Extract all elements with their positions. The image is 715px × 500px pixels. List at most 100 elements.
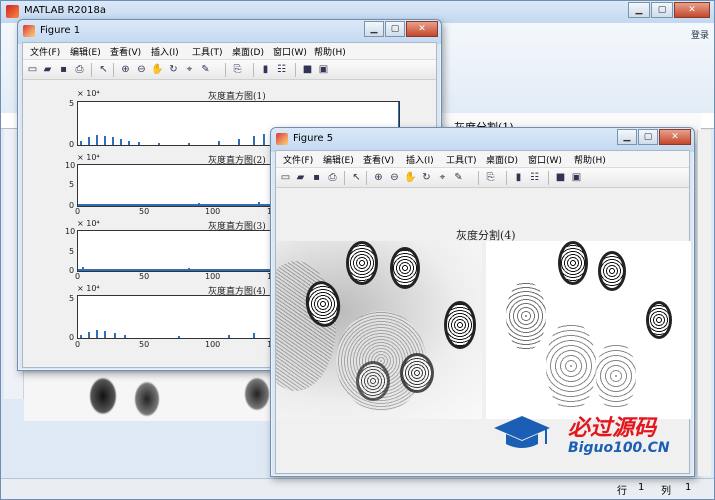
menu-insert[interactable]: 插入(I) — [151, 45, 179, 58]
grayscale-fingerprint-image — [276, 241, 482, 419]
rotate-icon[interactable]: ↻ — [420, 171, 433, 184]
new-file-icon[interactable]: ▭ — [26, 63, 39, 76]
plot4-ytick-0: 0 — [69, 333, 75, 342]
plot3-ytick-10: 10 — [65, 227, 76, 236]
menu-desktop[interactable]: 桌面(D) — [486, 153, 518, 166]
menu-tools[interactable]: 工具(T) — [446, 153, 477, 166]
status-col-value: 1 — [685, 482, 692, 493]
plot4-xtick-0: 0 — [75, 340, 81, 349]
matlab-maximize-button[interactable]: ▢ — [651, 2, 673, 18]
figure-icon — [276, 133, 288, 145]
figure5-title-bar: Figure 5 ▁ ▢ ✕ — [271, 128, 694, 152]
plot2-ytick-0: 0 — [69, 201, 75, 210]
figure1-title: Figure 1 — [40, 25, 81, 36]
menu-help[interactable]: 帮助(H) — [574, 153, 606, 166]
legend-icon[interactable]: ☷ — [528, 171, 541, 184]
menu-insert[interactable]: 插入(I) — [406, 153, 434, 166]
link-icon[interactable]: ⎘ — [484, 171, 497, 184]
plot3-exponent: × 10⁴ — [77, 219, 100, 228]
login-link[interactable]: 登录 — [691, 28, 709, 41]
dock-icon[interactable]: ▣ — [570, 171, 583, 184]
plot4-ytick-5: 5 — [69, 294, 75, 303]
save-icon[interactable]: ▪ — [57, 63, 70, 76]
matlab-title: MATLAB R2018a — [24, 5, 107, 16]
link-icon[interactable]: ⎘ — [231, 63, 244, 76]
plot2-ytick-10: 10 — [65, 161, 76, 170]
watermark-cn: 必过源码 — [568, 416, 657, 441]
matlab-minimize-button[interactable]: ▁ — [628, 2, 650, 18]
new-file-icon[interactable]: ▭ — [279, 171, 292, 184]
save-icon[interactable]: ▪ — [310, 171, 323, 184]
plot2-exponent: × 10⁴ — [77, 153, 100, 162]
plot3-ytick-0: 0 — [69, 266, 75, 275]
hide-tools-icon[interactable]: ■ — [554, 171, 567, 184]
plot1-exponent: × 10⁴ — [77, 89, 100, 98]
pointer-icon[interactable]: ↖ — [350, 171, 363, 184]
watermark: 必过源码 Biguo100.CN — [490, 408, 690, 463]
plot3-xtick-100: 100 — [205, 272, 221, 281]
rotate-icon[interactable]: ↻ — [167, 63, 180, 76]
segmented-fingerprint-image — [486, 241, 691, 419]
zoom-out-icon[interactable]: ⊖ — [388, 171, 401, 184]
status-row-label: 行 — [617, 486, 627, 497]
figure1-maximize-button[interactable]: ▢ — [385, 21, 405, 37]
menu-file[interactable]: 文件(F) — [283, 153, 313, 166]
plot2-ytick-5: 5 — [69, 180, 75, 189]
brush-icon[interactable]: ✎ — [199, 63, 212, 76]
figure5-toolbar: ▭ ▰ ▪ ⎙ ↖ ⊕ ⊖ ✋ ↻ ⌖ ✎ ⎘ ▮ ☷ ■ ▣ — [276, 168, 689, 188]
menu-view[interactable]: 查看(V) — [110, 45, 141, 58]
figure5-close-button[interactable]: ✕ — [659, 129, 691, 145]
open-folder-icon[interactable]: ▰ — [41, 63, 54, 76]
graduation-cap-icon — [490, 414, 554, 450]
matlab-scrollbar[interactable] — [697, 130, 711, 476]
menu-desktop[interactable]: 桌面(D) — [232, 45, 264, 58]
brush-icon[interactable]: ✎ — [452, 171, 465, 184]
menu-edit[interactable]: 编辑(E) — [323, 153, 354, 166]
print-icon[interactable]: ⎙ — [73, 63, 86, 76]
zoom-in-icon[interactable]: ⊕ — [119, 63, 132, 76]
figure1-close-button[interactable]: ✕ — [406, 21, 438, 37]
plot3-ytick-5: 5 — [69, 247, 75, 256]
colorbar-icon[interactable]: ▮ — [259, 63, 272, 76]
menu-view[interactable]: 查看(V) — [363, 153, 394, 166]
plot2-xtick-100: 100 — [205, 207, 221, 216]
zoom-out-icon[interactable]: ⊖ — [135, 63, 148, 76]
dock-icon[interactable]: ▣ — [317, 63, 330, 76]
legend-icon[interactable]: ☷ — [275, 63, 288, 76]
pan-hand-icon[interactable]: ✋ — [404, 171, 417, 184]
figure1-title-bar: Figure 1 ▁ ▢ ✕ — [18, 20, 441, 44]
menu-edit[interactable]: 编辑(E) — [70, 45, 101, 58]
figure5-menu-bar: 文件(F) 编辑(E) 查看(V) 插入(I) 工具(T) 桌面(D) 窗口(W… — [276, 151, 689, 168]
colorbar-icon[interactable]: ▮ — [512, 171, 525, 184]
data-cursor-icon[interactable]: ⌖ — [183, 63, 196, 76]
status-row-value: 1 — [638, 482, 645, 493]
pointer-icon[interactable]: ↖ — [97, 63, 110, 76]
print-icon[interactable]: ⎙ — [326, 171, 339, 184]
plot2-xtick-0: 0 — [75, 207, 81, 216]
menu-tools[interactable]: 工具(T) — [192, 45, 223, 58]
menu-file[interactable]: 文件(F) — [30, 45, 60, 58]
matlab-logo-icon — [6, 5, 19, 18]
watermark-url: Biguo100.CN — [568, 440, 670, 456]
open-folder-icon[interactable]: ▰ — [294, 171, 307, 184]
figure1-minimize-button[interactable]: ▁ — [364, 21, 384, 37]
figure1-menu-bar: 文件(F) 编辑(E) 查看(V) 插入(I) 工具(T) 桌面(D) 窗口(W… — [23, 43, 436, 60]
plot3-xtick-0: 0 — [75, 272, 81, 281]
figure5-title: Figure 5 — [293, 133, 334, 144]
pan-hand-icon[interactable]: ✋ — [151, 63, 164, 76]
plot4-xtick-100: 100 — [205, 340, 221, 349]
menu-window[interactable]: 窗口(W) — [528, 153, 562, 166]
figure-icon — [23, 25, 35, 37]
menu-help[interactable]: 帮助(H) — [314, 45, 346, 58]
figure5-minimize-button[interactable]: ▁ — [617, 129, 637, 145]
data-cursor-icon[interactable]: ⌖ — [436, 171, 449, 184]
status-col-label: 列 — [661, 486, 671, 497]
plot3-xtick-50: 50 — [139, 272, 150, 281]
matlab-close-button[interactable]: ✕ — [674, 2, 710, 18]
menu-window[interactable]: 窗口(W) — [273, 45, 307, 58]
zoom-in-icon[interactable]: ⊕ — [372, 171, 385, 184]
plot1-ytick-5: 5 — [69, 99, 75, 108]
hide-tools-icon[interactable]: ■ — [301, 63, 314, 76]
figure5-maximize-button[interactable]: ▢ — [638, 129, 658, 145]
matlab-status-bar: 行 1 列 1 — [1, 478, 714, 499]
